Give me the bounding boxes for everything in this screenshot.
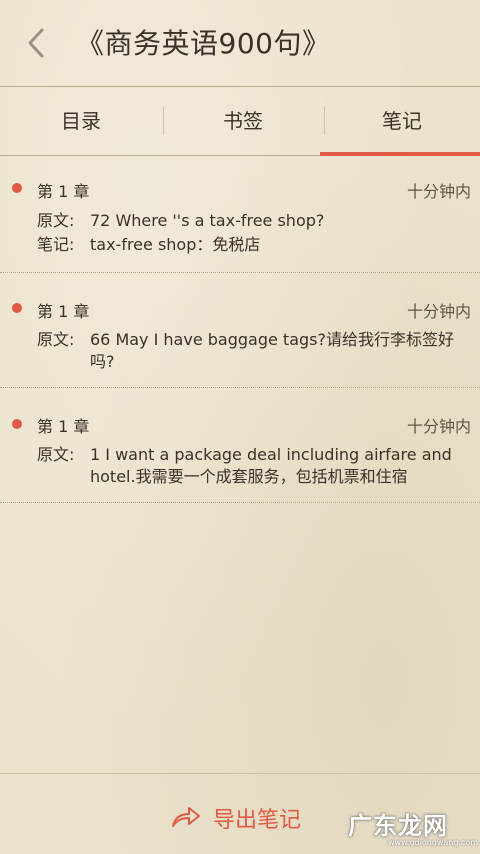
watermark-subtext: www.gdlongwang.com xyxy=(388,838,479,847)
note-item[interactable]: 第 1 章 十分钟内 原文: 1 I want a package deal i… xyxy=(0,388,480,503)
tab-bookmarks[interactable]: 书签 xyxy=(162,87,324,155)
original-label: 原文: xyxy=(37,445,75,464)
footer-divider xyxy=(0,773,480,774)
note-item[interactable]: 第 1 章 十分钟内 原文: 72 Where ''s a tax-free s… xyxy=(0,156,480,273)
note-time: 十分钟内 xyxy=(406,417,471,436)
tab-notes[interactable]: 笔记 xyxy=(324,87,480,155)
export-notes-label: 导出笔记 xyxy=(213,808,302,833)
original-text: 72 Where ''s a tax-free shop? xyxy=(90,211,325,230)
original-label: 原文: xyxy=(37,211,75,230)
red-dot-icon xyxy=(12,303,22,313)
note-chapter: 第 1 章 xyxy=(37,417,90,436)
export-notes-button[interactable]: 导出笔记 xyxy=(170,800,320,834)
note-time: 十分钟内 xyxy=(406,182,471,201)
red-dot-icon xyxy=(12,419,22,429)
dotted-divider xyxy=(0,502,480,503)
top-bar: 《商务英语900句》 xyxy=(0,0,480,86)
original-text: 1 I want a package deal including airfar… xyxy=(90,445,452,486)
red-dot-icon xyxy=(12,183,22,193)
back-button[interactable] xyxy=(20,24,54,62)
watermark-text: 广东龙网 xyxy=(348,812,448,840)
watermark-logo: 广东龙网 www.gdlongwang.com xyxy=(340,800,480,854)
note-time: 十分钟内 xyxy=(406,302,471,321)
note-text: tax-free shop：免税店 xyxy=(90,235,261,254)
tab-bar: 目录 书签 笔记 xyxy=(0,86,480,156)
note-item[interactable]: 第 1 章 十分钟内 原文: 66 May I have baggage tag… xyxy=(0,273,480,388)
note-chapter: 第 1 章 xyxy=(37,302,90,321)
note-label: 笔记: xyxy=(37,235,75,254)
note-chapter: 第 1 章 xyxy=(37,182,90,201)
page-title: 《商务英语900句》 xyxy=(76,27,331,60)
original-label: 原文: xyxy=(37,330,75,349)
chevron-left-icon xyxy=(28,28,44,58)
share-arrow-icon xyxy=(172,807,200,827)
original-text: 66 May I have baggage tags?请给我行李标签好吗? xyxy=(90,330,454,371)
tab-contents[interactable]: 目录 xyxy=(0,87,162,155)
